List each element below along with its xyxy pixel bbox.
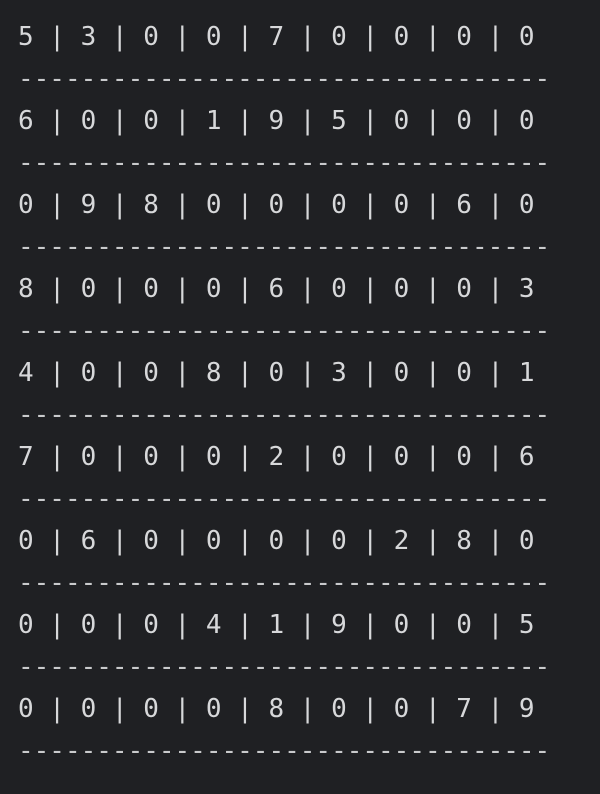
grid-row-2: 6 | 0 | 0 | 1 | 9 | 5 | 0 | 0 | 0 — [18, 106, 535, 136]
row-separator: ---------------------------------- — [18, 148, 551, 178]
row-separator: ---------------------------------- — [18, 232, 551, 262]
grid-row-5: 4 | 0 | 0 | 8 | 0 | 3 | 0 | 0 | 1 — [18, 358, 535, 388]
row-separator: ---------------------------------- — [18, 64, 551, 94]
grid-row-4: 8 | 0 | 0 | 0 | 6 | 0 | 0 | 0 | 3 — [18, 274, 535, 304]
grid-row-6: 7 | 0 | 0 | 0 | 2 | 0 | 0 | 0 | 6 — [18, 442, 535, 472]
grid-row-3: 0 | 9 | 8 | 0 | 0 | 0 | 0 | 6 | 0 — [18, 190, 535, 220]
row-separator: ---------------------------------- — [18, 484, 551, 514]
row-separator: ---------------------------------- — [18, 652, 551, 682]
terminal-output: ---------------------------------- 5 | 3… — [0, 0, 600, 768]
row-separator: ---------------------------------- — [18, 0, 600, 16]
grid-row-9: 0 | 0 | 0 | 0 | 8 | 0 | 0 | 7 | 9 — [18, 694, 535, 724]
row-separator: ---------------------------------- — [18, 400, 551, 430]
row-separator: ---------------------------------- — [18, 568, 551, 598]
grid-row-8: 0 | 0 | 0 | 4 | 1 | 9 | 0 | 0 | 5 — [18, 610, 535, 640]
grid-row-1: 5 | 3 | 0 | 0 | 7 | 0 | 0 | 0 | 0 — [18, 22, 535, 52]
grid-row-7: 0 | 6 | 0 | 0 | 0 | 0 | 2 | 8 | 0 — [18, 526, 535, 556]
row-separator: ---------------------------------- — [18, 736, 551, 766]
row-separator: ---------------------------------- — [18, 316, 551, 346]
